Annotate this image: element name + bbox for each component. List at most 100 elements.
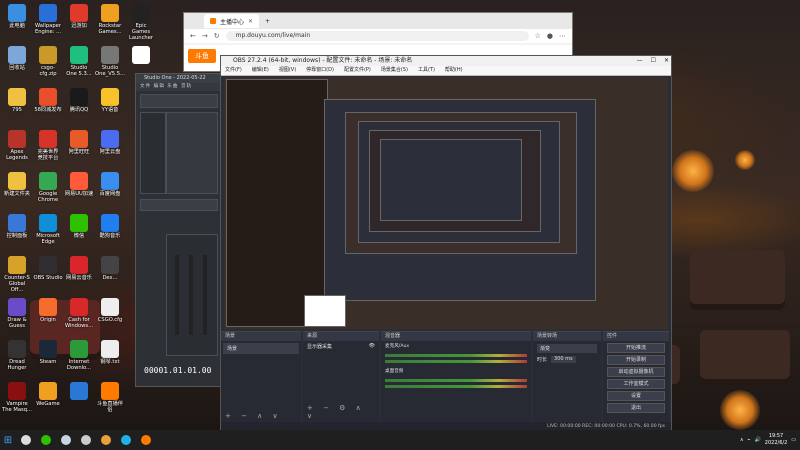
douyu-logo[interactable]: 斗鱼 xyxy=(188,49,216,63)
desktop-icon[interactable]: Counter-S Global Off... xyxy=(2,256,32,293)
desktop-icon[interactable] xyxy=(64,382,94,401)
start-recording-button[interactable]: 开始录制 xyxy=(607,355,665,365)
forward-icon[interactable]: → xyxy=(202,32,208,40)
chevron-up-icon[interactable]: ∧ xyxy=(740,437,744,443)
desktop-icon[interactable]: 阿里旺旺 xyxy=(64,130,94,155)
taskbar-douyu-icon[interactable] xyxy=(136,430,156,450)
desktop-icon[interactable]: Steam xyxy=(33,340,63,365)
obs-menu-item[interactable]: 配置文件(P) xyxy=(344,66,371,75)
desktop-icon[interactable]: Microsoft Edge xyxy=(33,214,63,245)
new-tab-icon[interactable]: + xyxy=(265,18,270,25)
desktop-icon[interactable]: 钢琴.txt xyxy=(95,340,125,365)
desktop-icon[interactable]: 酷狗音乐 xyxy=(95,214,125,239)
desktop-icon[interactable]: 回收站 xyxy=(2,46,32,71)
reload-icon[interactable]: ↻ xyxy=(214,32,220,40)
desktop-icon[interactable]: 完美世界 竞技平台 xyxy=(33,130,63,161)
profile-icon[interactable]: ● xyxy=(547,32,553,40)
desktop-icon[interactable]: Google Chrome xyxy=(33,172,63,203)
scenes-dock-buttons[interactable]: + − ∧ ∨ xyxy=(225,412,282,420)
taskbar-search-icon[interactable] xyxy=(16,430,36,450)
obs-menu-item[interactable]: 文件(F) xyxy=(225,66,242,75)
obs-menu-item[interactable]: 编辑(E) xyxy=(252,66,269,75)
taskbar-edge-icon[interactable] xyxy=(116,430,136,450)
menu-icon[interactable]: ⋯ xyxy=(559,32,566,40)
obs-menu-item[interactable]: 帮助(H) xyxy=(445,66,463,75)
taskbar-clock[interactable]: 19:57 2022/6/2 xyxy=(765,433,787,447)
back-icon[interactable]: ← xyxy=(190,32,196,40)
desktop-icon[interactable]: 迅游加 xyxy=(64,4,94,29)
obs-window[interactable]: OBS 27.2.4 (64-bit, windows) - 配置文件: 未命名… xyxy=(220,55,672,432)
desktop-icon[interactable]: 网易UU加速 xyxy=(64,172,94,197)
sources-dock-buttons[interactable]: + − ⚙ ∧ ∨ xyxy=(307,404,379,420)
settings-button[interactable]: 设置 xyxy=(607,391,665,401)
desktop-icon[interactable]: 795 xyxy=(2,88,32,113)
start-streaming-button[interactable]: 开始推流 xyxy=(607,343,665,353)
desktop-icon[interactable]: YY语音 xyxy=(95,88,125,113)
desktop-icon[interactable]: Apex Legends xyxy=(2,130,32,161)
desktop-icon[interactable] xyxy=(126,46,156,65)
desktop-icon[interactable]: 控制面板 xyxy=(2,214,32,239)
source-item[interactable]: 显示器采集 👁 xyxy=(303,341,379,352)
desktop-icon-label: 酷狗音乐 xyxy=(99,233,121,239)
taskbar-wechat-icon[interactable] xyxy=(36,430,56,450)
desktop-icon[interactable]: Rockstar Games... xyxy=(95,4,125,35)
desktop-icon[interactable]: WeGame xyxy=(33,382,63,407)
exit-button[interactable]: 退出 xyxy=(607,403,665,413)
desktop-icon[interactable]: Origin xyxy=(33,298,63,323)
obs-menu-item[interactable]: 视图(V) xyxy=(279,66,296,75)
desktop-icon[interactable]: Dread Hunger xyxy=(2,340,32,371)
duration-input[interactable]: 300 ms xyxy=(551,356,576,363)
desktop-icon[interactable]: 新建文件夹 xyxy=(2,172,32,197)
desktop-icon-label: WeGame xyxy=(36,401,60,407)
desktop-icon[interactable]: 阿里云盘 xyxy=(95,130,125,155)
taskbar-start-icon[interactable]: ⊞ xyxy=(0,430,16,450)
network-icon[interactable]: ⌁ xyxy=(748,437,751,443)
fader-track[interactable] xyxy=(203,255,207,335)
desktop-icon[interactable]: Vampire The Masq... xyxy=(2,382,32,413)
address-bar[interactable]: mp.douyu.com/live/main xyxy=(225,31,529,41)
desktop-icon[interactable]: Internet Downlo... xyxy=(64,340,94,371)
eye-icon[interactable]: 👁 xyxy=(369,343,375,350)
desktop-icon[interactable]: 百度网盘 xyxy=(95,172,125,197)
desktop-icon[interactable]: 微信 xyxy=(64,214,94,239)
obs-menu-item[interactable]: 工具(T) xyxy=(418,66,435,75)
favorite-icon[interactable]: ☆ xyxy=(535,32,541,40)
desktop-icon[interactable]: 斗鱼直播伴侣 xyxy=(95,382,125,413)
desktop-icon[interactable]: OBS Studio xyxy=(33,256,63,281)
obs-preview[interactable] xyxy=(224,77,668,329)
obs-menu-item[interactable]: 停靠窗口(D) xyxy=(306,66,334,75)
fader-track[interactable] xyxy=(189,255,193,335)
desktop-icon[interactable]: Cash for Windows... xyxy=(64,298,94,329)
duration-label: 时长 xyxy=(537,357,548,363)
minimize-icon[interactable]: — xyxy=(637,56,643,66)
maximize-icon[interactable]: ☐ xyxy=(651,56,656,66)
desktop-icon[interactable]: Studio One_V5.5... xyxy=(95,46,125,77)
desktop-icon[interactable]: 腾讯QQ xyxy=(64,88,94,113)
obs-menu-item[interactable]: 场景集合(S) xyxy=(381,66,408,75)
virtual-camera-button[interactable]: 启动虚拟摄像机 xyxy=(607,367,665,377)
volume-icon[interactable]: 🔊 xyxy=(755,437,761,443)
desktop-icon[interactable]: Draw & Guess xyxy=(2,298,32,329)
desktop-icon[interactable]: 此电脑 xyxy=(2,4,32,29)
studio-one-window[interactable]: Studio One - 2022-05-22 文件 编辑 乐曲 音轨 0000… xyxy=(135,73,222,387)
transition-select[interactable]: 渐变 xyxy=(537,344,597,353)
desktop-icon[interactable]: Wallpaper Engine: ... xyxy=(33,4,63,35)
studio-mode-button[interactable]: 工作室模式 xyxy=(607,379,665,389)
desktop-icon[interactable]: Dex... xyxy=(95,256,125,281)
scene-item[interactable]: 场景 xyxy=(223,343,299,354)
taskbar-chrome-icon[interactable] xyxy=(96,430,116,450)
close-icon[interactable]: ✕ xyxy=(664,56,669,66)
notification-icon[interactable]: ▭ xyxy=(791,437,796,443)
close-tab-icon[interactable]: ✕ xyxy=(248,18,253,25)
desktop-icon[interactable]: csgo-cfg.zip xyxy=(33,46,63,77)
studio-one-menu[interactable]: 文件 编辑 乐曲 音轨 xyxy=(136,83,221,91)
desktop-icon[interactable]: 网易云音乐 xyxy=(64,256,94,281)
taskbar-steam-icon[interactable] xyxy=(56,430,76,450)
taskbar-obs-icon[interactable] xyxy=(76,430,96,450)
desktop-icon[interactable]: 58同城发布 xyxy=(33,88,63,113)
browser-tab[interactable]: 主播中心 ✕ xyxy=(204,14,260,28)
desktop-icon[interactable]: CSGO.cfg xyxy=(95,298,125,323)
desktop-icon[interactable]: Epic Games Launcher xyxy=(126,4,156,41)
fader-track[interactable] xyxy=(175,255,179,335)
desktop-icon[interactable]: Studio One 5.3... xyxy=(64,46,94,77)
